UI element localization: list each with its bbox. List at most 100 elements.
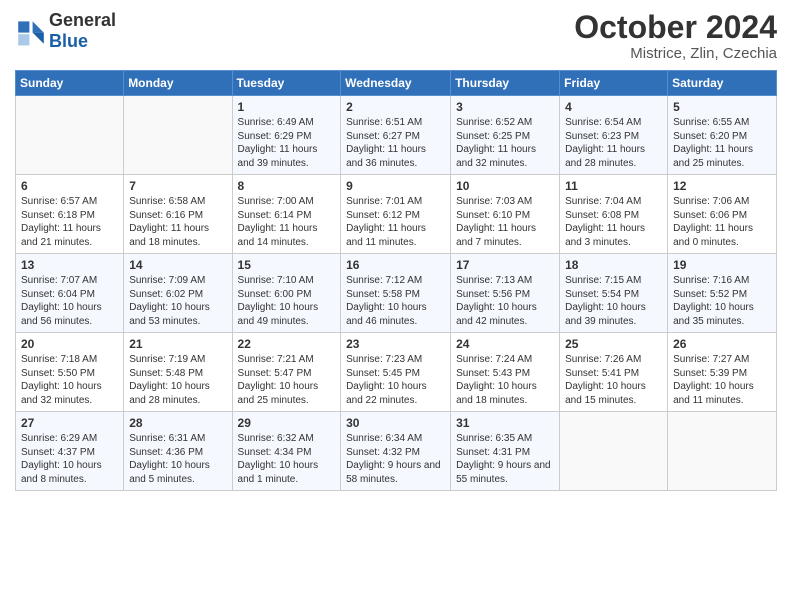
day-info: Sunrise: 6:55 AM Sunset: 6:20 PM Dayligh… — [673, 116, 771, 170]
calendar-week-row: 27 Sunrise: 6:29 AM Sunset: 4:37 PM Dayli… — [16, 412, 777, 491]
day-number: 29 — [238, 416, 336, 430]
day-number: 12 — [673, 179, 771, 193]
day-number: 14 — [129, 258, 226, 272]
day-info: Sunrise: 7:15 AM Sunset: 5:54 PM Dayligh… — [565, 274, 662, 328]
calendar-cell: 15 Sunrise: 7:10 AM Sunset: 6:00 PM Dayli… — [232, 254, 341, 333]
calendar-cell — [16, 96, 124, 175]
calendar-week-row: 6Sunrise: 6:57 AM Sunset: 6:18 PM Daylig… — [16, 175, 777, 254]
day-number: 30 — [346, 416, 445, 430]
header-wednesday: Wednesday — [341, 71, 451, 96]
day-number: 10 — [456, 179, 554, 193]
day-info: Sunrise: 6:29 AM Sunset: 4:37 PM Dayligh… — [21, 432, 118, 486]
day-number: 5 — [673, 100, 771, 114]
calendar-cell — [668, 412, 777, 491]
calendar-cell: 4 Sunrise: 6:54 AM Sunset: 6:23 PM Daylig… — [560, 96, 668, 175]
day-info: Sunrise: 7:12 AM Sunset: 5:58 PM Dayligh… — [346, 274, 445, 328]
day-info: Sunrise: 6:32 AM Sunset: 4:34 PM Dayligh… — [238, 432, 336, 486]
calendar-cell: 31 Sunrise: 6:35 AM Sunset: 4:31 PM Dayli… — [451, 412, 560, 491]
day-number: 27 — [21, 416, 118, 430]
day-info: Sunrise: 7:23 AM Sunset: 5:45 PM Dayligh… — [346, 353, 445, 407]
day-number: 26 — [673, 337, 771, 351]
day-info: Sunrise: 6:49 AM Sunset: 6:29 PM Dayligh… — [238, 116, 336, 170]
day-info: Sunrise: 7:07 AM Sunset: 6:04 PM Dayligh… — [21, 274, 118, 328]
day-info: Sunrise: 7:09 AM Sunset: 6:02 PM Dayligh… — [129, 274, 226, 328]
calendar-cell: 29 Sunrise: 6:32 AM Sunset: 4:34 PM Dayli… — [232, 412, 341, 491]
logo-icon — [15, 15, 47, 47]
day-number: 7 — [129, 179, 226, 193]
calendar-cell: 28Sunrise: 6:31 AM Sunset: 4:36 PM Dayli… — [124, 412, 232, 491]
month-title: October 2024 — [574, 10, 777, 45]
logo-blue-text: Blue — [49, 31, 88, 51]
calendar-week-row: 1 Sunrise: 6:49 AM Sunset: 6:29 PM Daylig… — [16, 96, 777, 175]
day-number: 1 — [238, 100, 336, 114]
calendar-cell: 3 Sunrise: 6:52 AM Sunset: 6:25 PM Daylig… — [451, 96, 560, 175]
day-info: Sunrise: 7:03 AM Sunset: 6:10 PM Dayligh… — [456, 195, 554, 249]
calendar-cell: 16 Sunrise: 7:12 AM Sunset: 5:58 PM Dayli… — [341, 254, 451, 333]
day-info: Sunrise: 7:21 AM Sunset: 5:47 PM Dayligh… — [238, 353, 336, 407]
day-number: 21 — [129, 337, 226, 351]
header-thursday: Thursday — [451, 71, 560, 96]
header-tuesday: Tuesday — [232, 71, 341, 96]
calendar-cell — [124, 96, 232, 175]
day-info: Sunrise: 6:58 AM Sunset: 6:16 PM Dayligh… — [129, 195, 226, 249]
calendar-cell: 25Sunrise: 7:26 AM Sunset: 5:41 PM Dayli… — [560, 333, 668, 412]
header-friday: Friday — [560, 71, 668, 96]
day-info: Sunrise: 7:16 AM Sunset: 5:52 PM Dayligh… — [673, 274, 771, 328]
calendar-week-row: 20 Sunrise: 7:18 AM Sunset: 5:50 PM Dayli… — [16, 333, 777, 412]
day-info: Sunrise: 6:34 AM Sunset: 4:32 PM Dayligh… — [346, 432, 445, 486]
day-number: 24 — [456, 337, 554, 351]
day-info: Sunrise: 6:57 AM Sunset: 6:18 PM Dayligh… — [21, 195, 118, 249]
day-info: Sunrise: 7:19 AM Sunset: 5:48 PM Dayligh… — [129, 353, 226, 407]
day-info: Sunrise: 7:26 AM Sunset: 5:41 PM Dayligh… — [565, 353, 662, 407]
day-info: Sunrise: 6:31 AM Sunset: 4:36 PM Dayligh… — [129, 432, 226, 486]
day-number: 8 — [238, 179, 336, 193]
calendar-table: Sunday Monday Tuesday Wednesday Thursday… — [15, 70, 777, 491]
day-number: 15 — [238, 258, 336, 272]
calendar-cell: 12 Sunrise: 7:06 AM Sunset: 6:06 PM Dayli… — [668, 175, 777, 254]
calendar-cell: 21 Sunrise: 7:19 AM Sunset: 5:48 PM Dayli… — [124, 333, 232, 412]
calendar-cell: 23 Sunrise: 7:23 AM Sunset: 5:45 PM Dayli… — [341, 333, 451, 412]
calendar-cell: 22 Sunrise: 7:21 AM Sunset: 5:47 PM Dayli… — [232, 333, 341, 412]
day-info: Sunrise: 7:06 AM Sunset: 6:06 PM Dayligh… — [673, 195, 771, 249]
page: General Blue October 2024 Mistrice, Zlin… — [0, 0, 792, 612]
calendar-week-row: 13 Sunrise: 7:07 AM Sunset: 6:04 PM Dayli… — [16, 254, 777, 333]
logo: General Blue — [15, 10, 116, 52]
day-info: Sunrise: 6:54 AM Sunset: 6:23 PM Dayligh… — [565, 116, 662, 170]
day-info: Sunrise: 6:35 AM Sunset: 4:31 PM Dayligh… — [456, 432, 554, 486]
calendar-header-row: Sunday Monday Tuesday Wednesday Thursday… — [16, 71, 777, 96]
calendar-cell: 17Sunrise: 7:13 AM Sunset: 5:56 PM Dayli… — [451, 254, 560, 333]
calendar-cell: 19 Sunrise: 7:16 AM Sunset: 5:52 PM Dayli… — [668, 254, 777, 333]
calendar-cell: 1 Sunrise: 6:49 AM Sunset: 6:29 PM Daylig… — [232, 96, 341, 175]
calendar-cell: 11Sunrise: 7:04 AM Sunset: 6:08 PM Dayli… — [560, 175, 668, 254]
day-number: 16 — [346, 258, 445, 272]
calendar-cell: 10 Sunrise: 7:03 AM Sunset: 6:10 PM Dayli… — [451, 175, 560, 254]
day-number: 17 — [456, 258, 554, 272]
calendar-cell: 18Sunrise: 7:15 AM Sunset: 5:54 PM Dayli… — [560, 254, 668, 333]
calendar-cell — [560, 412, 668, 491]
calendar-cell: 26 Sunrise: 7:27 AM Sunset: 5:39 PM Dayli… — [668, 333, 777, 412]
day-info: Sunrise: 6:52 AM Sunset: 6:25 PM Dayligh… — [456, 116, 554, 170]
day-number: 23 — [346, 337, 445, 351]
day-number: 31 — [456, 416, 554, 430]
day-number: 22 — [238, 337, 336, 351]
day-info: Sunrise: 7:18 AM Sunset: 5:50 PM Dayligh… — [21, 353, 118, 407]
day-number: 20 — [21, 337, 118, 351]
title-block: October 2024 Mistrice, Zlin, Czechia — [574, 10, 777, 62]
day-number: 4 — [565, 100, 662, 114]
day-info: Sunrise: 7:01 AM Sunset: 6:12 PM Dayligh… — [346, 195, 445, 249]
day-number: 3 — [456, 100, 554, 114]
day-number: 19 — [673, 258, 771, 272]
calendar-cell: 5 Sunrise: 6:55 AM Sunset: 6:20 PM Daylig… — [668, 96, 777, 175]
calendar-cell: 30 Sunrise: 6:34 AM Sunset: 4:32 PM Dayli… — [341, 412, 451, 491]
calendar-cell: 7 Sunrise: 6:58 AM Sunset: 6:16 PM Daylig… — [124, 175, 232, 254]
day-info: Sunrise: 7:10 AM Sunset: 6:00 PM Dayligh… — [238, 274, 336, 328]
day-info: Sunrise: 7:27 AM Sunset: 5:39 PM Dayligh… — [673, 353, 771, 407]
day-info: Sunrise: 7:00 AM Sunset: 6:14 PM Dayligh… — [238, 195, 336, 249]
day-number: 9 — [346, 179, 445, 193]
day-number: 2 — [346, 100, 445, 114]
day-number: 13 — [21, 258, 118, 272]
day-info: Sunrise: 6:51 AM Sunset: 6:27 PM Dayligh… — [346, 116, 445, 170]
logo-general-text: General — [49, 10, 116, 30]
calendar-cell: 9 Sunrise: 7:01 AM Sunset: 6:12 PM Daylig… — [341, 175, 451, 254]
calendar-cell: 6Sunrise: 6:57 AM Sunset: 6:18 PM Daylig… — [16, 175, 124, 254]
